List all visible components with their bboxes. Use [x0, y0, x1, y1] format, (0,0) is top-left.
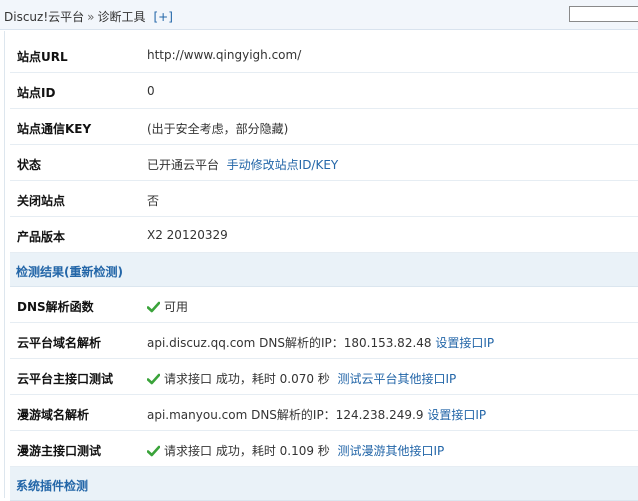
breadcrumb-root[interactable]: Discuz!云平台 [4, 10, 84, 24]
status-value: 已开通云平台 [147, 158, 220, 172]
status-value-wrap: 已开通云平台 手动修改站点ID/KEY [147, 156, 338, 173]
dns-function-value-wrap: 可用 [147, 298, 188, 315]
row-cloud-domain: 云平台域名解析 api.discuz.qq.com DNS解析的IP：180.1… [10, 323, 638, 359]
close-site-value: 否 [147, 194, 160, 208]
cloud-main-api-value-wrap: 请求接口 成功，耗时 0.070 秒 测试云平台其他接口IP [147, 370, 456, 387]
row-manyou-main-api: 漫游主接口测试 请求接口 成功，耗时 0.109 秒 测试漫游其他接口IP [10, 431, 638, 467]
row-close-site: 关闭站点 否 [10, 181, 638, 217]
check-icon [147, 445, 160, 457]
section-check-results: 检测结果(重新检测) [10, 253, 638, 287]
site-id-value: 0 [147, 84, 155, 98]
edit-site-id-key-link[interactable]: 手动修改站点ID/KEY [227, 158, 339, 172]
row-status: 状态 已开通云平台 手动修改站点ID/KEY [10, 145, 638, 181]
top-bar: Discuz!云平台» 诊断工具 [+] [0, 0, 638, 30]
test-manyou-other-ip-link[interactable]: 测试漫游其他接口IP [337, 444, 444, 458]
cloud-domain-value-wrap: api.discuz.qq.com DNS解析的IP：180.153.82.48… [147, 334, 494, 351]
breadcrumb: Discuz!云平台» 诊断工具 [+] [4, 8, 173, 25]
dns-function-label: DNS解析函数 [17, 300, 94, 314]
row-site-key: 站点通信KEY (出于安全考虑，部分隐藏) [10, 109, 638, 145]
product-version-value: X2 20120329 [147, 228, 228, 242]
manyou-domain-value: api.manyou.com DNS解析的IP：124.238.249.9 [147, 408, 424, 422]
cloud-domain-label: 云平台域名解析 [17, 336, 102, 350]
row-site-id: 站点ID 0 [10, 73, 638, 109]
manyou-main-api-value-wrap: 请求接口 成功，耗时 0.109 秒 测试漫游其他接口IP [147, 442, 444, 459]
check-results-title[interactable]: 检测结果(重新检测) [16, 263, 123, 280]
site-key-value: (出于安全考虑，部分隐藏) [147, 122, 289, 136]
site-url-value: http://www.qingyigh.com/ [147, 48, 302, 62]
check-icon [147, 373, 160, 385]
check-icon [147, 301, 160, 313]
section-plugin-check: 系统插件检测 [10, 467, 638, 501]
cloud-domain-value: api.discuz.qq.com DNS解析的IP：180.153.82.48 [147, 336, 432, 350]
manyou-domain-value-wrap: api.manyou.com DNS解析的IP：124.238.249.9 设置… [147, 406, 486, 423]
breadcrumb-separator: » [87, 10, 95, 24]
test-cloud-other-ip-link[interactable]: 测试云平台其他接口IP [337, 372, 456, 386]
site-key-label: 站点通信KEY [17, 122, 92, 136]
breadcrumb-current: 诊断工具 [97, 10, 146, 24]
manyou-main-api-value: 请求接口 成功，耗时 0.109 秒 [164, 444, 330, 458]
row-product-version: 产品版本 X2 20120329 [10, 217, 638, 253]
manyou-set-ip-link[interactable]: 设置接口IP [427, 408, 486, 422]
manyou-main-api-label: 漫游主接口测试 [17, 444, 102, 458]
cloud-main-api-value: 请求接口 成功，耗时 0.070 秒 [164, 372, 330, 386]
status-label: 状态 [17, 158, 42, 172]
add-shortcut-link[interactable]: [+] [154, 10, 173, 24]
product-version-label: 产品版本 [17, 230, 66, 244]
plugin-check-title: 系统插件检测 [16, 479, 89, 493]
row-dns-function: DNS解析函数 可用 [10, 287, 638, 323]
row-manyou-domain: 漫游域名解析 api.manyou.com DNS解析的IP：124.238.2… [10, 395, 638, 431]
dns-function-value: 可用 [164, 300, 189, 314]
site-id-label: 站点ID [17, 86, 56, 100]
cloud-main-api-label: 云平台主接口测试 [17, 372, 114, 386]
cloud-set-ip-link[interactable]: 设置接口IP [435, 336, 494, 350]
row-site-url: 站点URL http://www.qingyigh.com/ [10, 37, 638, 73]
manyou-domain-label: 漫游域名解析 [17, 408, 90, 422]
search-input[interactable] [569, 6, 638, 22]
site-url-label: 站点URL [17, 50, 68, 64]
row-cloud-main-api: 云平台主接口测试 请求接口 成功，耗时 0.070 秒 测试云平台其他接口IP [10, 359, 638, 395]
frame-divider [4, 31, 5, 498]
close-site-label: 关闭站点 [17, 194, 66, 208]
